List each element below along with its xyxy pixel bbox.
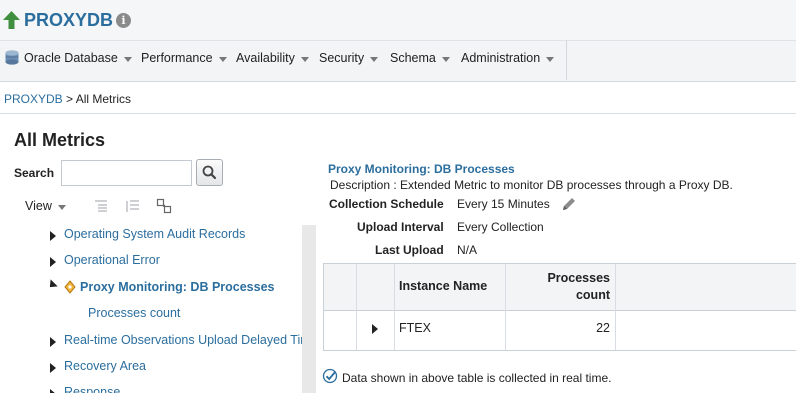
menu-label: Availability — [236, 51, 295, 65]
menubar-divider — [566, 40, 567, 80]
menu-oracle-database[interactable]: Oracle Database — [24, 51, 132, 65]
column-header-instance-name[interactable]: Instance Name — [399, 279, 487, 293]
breadcrumb-divider — [0, 113, 796, 114]
target-header: PROXYDB i — [0, 0, 796, 40]
metric-description: Description : Extended Metric to monitor… — [330, 178, 733, 192]
menu-label: Security — [319, 51, 365, 65]
tree-node-label[interactable]: Processes count — [88, 306, 180, 320]
expand-icon[interactable] — [50, 337, 56, 347]
row-expand-icon[interactable] — [372, 324, 378, 334]
breadcrumb-separator: > — [66, 92, 74, 106]
cell-processes-count: 22 — [596, 321, 610, 335]
metric-title: Proxy Monitoring: DB Processes — [328, 162, 515, 176]
menu-security[interactable]: Security — [319, 51, 379, 65]
cell-instance-name: FTEX — [399, 321, 431, 335]
metric-values-table: Instance Name Processes count FTEX 22 — [323, 263, 796, 351]
collection-schedule-value: Every 15 Minutes — [457, 197, 550, 211]
tree-node-label[interactable]: Recovery Area — [64, 359, 146, 373]
upload-interval-value: Every Collection — [457, 220, 544, 234]
collapse-all-icon[interactable] — [125, 198, 141, 214]
view-label: View — [25, 199, 52, 213]
checkmark-icon — [322, 368, 338, 384]
collapse-icon[interactable] — [46, 279, 58, 291]
menu-label: Schema — [390, 51, 436, 65]
tree-node-label[interactable]: Response — [64, 385, 120, 393]
menu-availability[interactable]: Availability — [236, 51, 309, 65]
page-title: All Metrics — [14, 130, 106, 150]
realtime-note: Data shown in above table is collected i… — [342, 371, 612, 385]
chevron-down-icon — [123, 57, 132, 63]
collection-schedule-label: Collection Schedule — [329, 197, 444, 211]
chevron-down-icon — [300, 57, 309, 63]
search-icon — [202, 165, 217, 180]
last-upload-value: N/A — [457, 243, 478, 257]
last-upload-label: Last Upload — [375, 243, 444, 257]
target-up-arrow-icon — [3, 11, 20, 29]
menu-administration[interactable]: Administration — [461, 51, 555, 65]
search-label: Search — [14, 166, 55, 180]
expand-icon[interactable] — [50, 389, 56, 393]
search-input[interactable] — [61, 160, 192, 186]
breadcrumb-link-target[interactable]: PROXYDB — [4, 92, 63, 106]
menu-schema[interactable]: Schema — [390, 51, 450, 65]
expand-all-icon[interactable] — [93, 198, 109, 214]
tree-scrollbar[interactable] — [302, 225, 316, 393]
menu-label: Administration — [461, 51, 541, 65]
expand-icon[interactable] — [50, 363, 56, 373]
tree-node-label[interactable]: Proxy Monitoring: DB Processes — [80, 280, 275, 294]
table-column-divider — [356, 264, 357, 350]
view-menu[interactable]: View — [25, 199, 66, 213]
table-column-divider — [394, 264, 395, 350]
metric-status-icon — [64, 280, 76, 294]
expand-icon[interactable] — [50, 257, 56, 267]
target-name[interactable]: PROXYDB — [24, 10, 113, 31]
menu-label: Performance — [141, 51, 213, 65]
menu-performance[interactable]: Performance — [141, 51, 227, 65]
chevron-down-icon — [57, 205, 66, 211]
upload-interval-label: Upload Interval — [357, 220, 444, 234]
edit-pencil-icon[interactable] — [560, 195, 578, 213]
chevron-down-icon — [441, 57, 450, 63]
expand-icon[interactable] — [50, 231, 56, 241]
tree-node-label[interactable]: Real-time Observations Upload Delayed Ti… — [64, 333, 316, 347]
breadcrumb-current: All Metrics — [75, 92, 132, 106]
chevron-down-icon — [370, 57, 379, 63]
column-header-processes-count[interactable]: Processes count — [520, 270, 610, 304]
chevron-down-icon — [218, 57, 227, 63]
tree-node-label[interactable]: Operational Error — [64, 253, 160, 267]
breadcrumb: PROXYDB > All Metrics — [4, 92, 131, 106]
detach-icon[interactable] — [156, 198, 172, 214]
search-button[interactable] — [196, 159, 223, 186]
table-column-divider — [615, 264, 616, 350]
tree-node-label[interactable]: Operating System Audit Records — [64, 227, 245, 241]
info-icon[interactable]: i — [116, 13, 131, 28]
chevron-down-icon — [546, 57, 555, 63]
table-column-divider — [505, 264, 506, 350]
menu-label: Oracle Database — [24, 51, 118, 65]
metrics-tree: Operating System Audit Records Operation… — [44, 225, 316, 393]
database-icon — [5, 50, 19, 65]
